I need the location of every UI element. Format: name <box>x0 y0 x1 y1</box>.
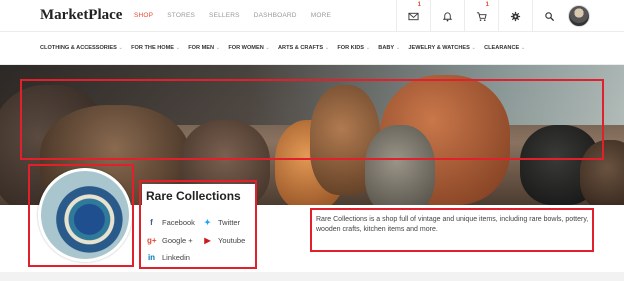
cart-button[interactable]: 1 <box>464 0 498 32</box>
avatar-highlight <box>28 164 134 267</box>
mail-icon <box>408 12 419 20</box>
user-avatar[interactable] <box>568 5 590 27</box>
category-jewelry[interactable]: JEWELRY & WATCHES <box>408 45 476 51</box>
category-clearance[interactable]: CLEARANCE <box>484 45 525 51</box>
search-icon <box>545 11 555 21</box>
top-navbar: MarketPlace SHOP STORES SELLERS DASHBOAR… <box>0 0 624 32</box>
nav-sellers[interactable]: SELLERS <box>209 12 240 19</box>
shop-info-highlight <box>139 180 257 269</box>
banner-highlight <box>20 79 604 160</box>
footer-strip <box>0 272 624 281</box>
site-logo[interactable]: MarketPlace <box>40 7 122 24</box>
category-home[interactable]: FOR THE HOME <box>131 45 180 51</box>
category-arts[interactable]: ARTS & CRAFTS <box>278 45 329 51</box>
gear-icon <box>510 11 521 21</box>
category-baby[interactable]: BABY <box>378 45 400 51</box>
nav-stores[interactable]: STORES <box>167 12 195 19</box>
bell-icon <box>442 11 453 21</box>
mail-button[interactable]: 1 <box>396 0 430 32</box>
page: MarketPlace SHOP STORES SELLERS DASHBOAR… <box>0 0 624 281</box>
cart-icon <box>476 11 487 21</box>
category-women[interactable]: FOR WOMEN <box>228 45 270 51</box>
main-nav: SHOP STORES SELLERS DASHBOARD MORE <box>134 12 345 19</box>
description-highlight <box>310 208 594 252</box>
category-bar: CLOTHING & ACCESSORIES FOR THE HOME FOR … <box>0 32 624 65</box>
header-icons: 1 1 <box>396 0 566 32</box>
mail-badge: 1 <box>417 2 421 8</box>
search-button[interactable] <box>532 0 566 32</box>
settings-button[interactable] <box>498 0 532 32</box>
category-list: CLOTHING & ACCESSORIES FOR THE HOME FOR … <box>40 45 533 51</box>
nav-more[interactable]: MORE <box>311 12 331 19</box>
category-kids[interactable]: FOR KIDS <box>337 45 370 51</box>
nav-dashboard[interactable]: DASHBOARD <box>254 12 297 19</box>
category-clothing[interactable]: CLOTHING & ACCESSORIES <box>40 45 123 51</box>
nav-shop[interactable]: SHOP <box>134 12 153 19</box>
category-men[interactable]: FOR MEN <box>188 45 220 51</box>
notifications-button[interactable] <box>430 0 464 32</box>
cart-badge: 1 <box>485 2 489 8</box>
